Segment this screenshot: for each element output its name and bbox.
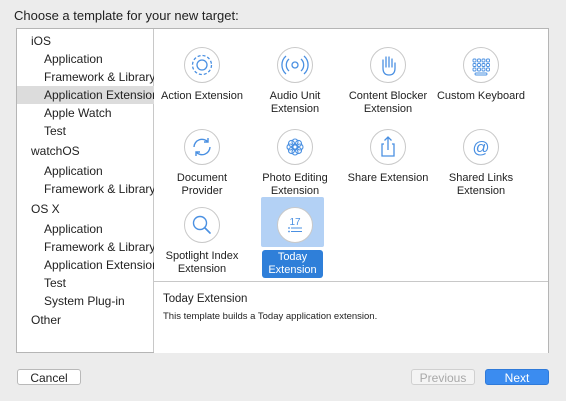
template-tile[interactable]: @ Shared Links Extension [434, 119, 528, 199]
template-tile[interactable]: Action Extension [155, 37, 249, 117]
previous-button[interactable]: Previous [411, 369, 475, 385]
template-label: Spotlight Index Extension [165, 250, 239, 275]
hand-icon [369, 46, 407, 84]
next-button[interactable]: Next [485, 369, 549, 385]
template-tile[interactable]: Document Provider [155, 119, 249, 199]
sidebar-platform-header[interactable]: OS X [17, 200, 167, 218]
template-label: Content Blocker Extension [348, 90, 428, 115]
template-label: Custom Keyboard [436, 90, 526, 102]
keyboard-icon [462, 46, 500, 84]
flower-icon [276, 128, 314, 166]
description-area: Today Extension This template builds a T… [154, 281, 548, 353]
sidebar-platform-header[interactable]: iOS [17, 32, 167, 50]
template-tile[interactable]: 17 Today Extension [248, 197, 342, 278]
description-text: This template builds a Today application… [163, 311, 378, 322]
template-label: Share Extension [347, 172, 429, 184]
svg-text:17: 17 [289, 217, 301, 228]
template-grid: Action Extension Audio Unit Extension Cont… [154, 29, 548, 281]
cancel-button[interactable]: Cancel [17, 369, 81, 385]
gear-icon [183, 46, 221, 84]
template-label: Shared Links Extension [448, 172, 514, 197]
sync-icon [183, 128, 221, 166]
share-icon [369, 128, 407, 166]
template-tile[interactable]: Share Extension [341, 119, 435, 199]
platform-sidebar: iOS Application Framework & Library Applica… [17, 29, 180, 352]
template-tile[interactable]: Content Blocker Extension [341, 37, 435, 117]
template-panel: iOS Application Framework & Library Applica… [16, 28, 549, 353]
template-label: Document Provider [176, 172, 228, 197]
at-sign-icon: @ [462, 128, 500, 166]
template-tile[interactable]: Custom Keyboard [434, 37, 528, 117]
audio-unit-icon [276, 46, 314, 84]
template-label: Action Extension [161, 90, 243, 102]
template-tile[interactable]: Audio Unit Extension [248, 37, 342, 117]
description-title: Today Extension [163, 293, 248, 305]
template-label: Today Extension [262, 250, 323, 278]
sidebar-platform-header[interactable]: Other [17, 311, 167, 329]
template-tile[interactable]: Spotlight Index Extension [155, 197, 249, 277]
sidebar-platform-header[interactable]: watchOS [17, 142, 167, 160]
template-tile[interactable]: Photo Editing Extension [248, 119, 342, 199]
template-label: Audio Unit Extension [269, 90, 321, 115]
template-label: Photo Editing Extension [262, 172, 328, 197]
dialog-prompt: Choose a template for your new target: [14, 8, 239, 23]
svg-text:@: @ [472, 138, 489, 157]
magnifier-icon [183, 206, 221, 244]
today-calendar-icon: 17 [276, 206, 314, 244]
